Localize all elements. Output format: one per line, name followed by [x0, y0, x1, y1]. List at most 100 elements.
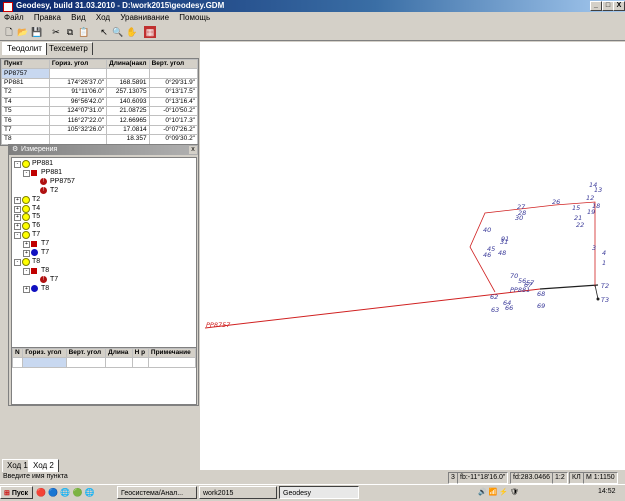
- expand-toggle[interactable]: -: [14, 232, 21, 240]
- point-label[interactable]: PP8757: [206, 321, 231, 329]
- table-row[interactable]: [11, 357, 197, 368]
- tab-tachometer[interactable]: Техсеметр: [44, 42, 93, 55]
- settings-icon[interactable]: ▦: [144, 26, 156, 38]
- col-hr[interactable]: Н р: [131, 347, 149, 359]
- expand-toggle[interactable]: +: [14, 223, 21, 231]
- col-note[interactable]: Примечание: [147, 347, 197, 359]
- col-vert-angle[interactable]: Верт. угол: [148, 58, 199, 70]
- taskbar-item-geosystem[interactable]: Геосистема/Анал...: [117, 486, 197, 499]
- table-row[interactable]: T8 18.357 0°09'30.2": [1, 134, 199, 145]
- point-label[interactable]: 63: [491, 306, 499, 314]
- title-bar: Geodesy, build 31.03.2010 - D:\work2015\…: [0, 0, 625, 12]
- paste-icon[interactable]: 📋: [78, 26, 90, 38]
- point-label[interactable]: 67: [524, 281, 533, 289]
- yellow-circle-icon: [22, 213, 30, 222]
- red-square-icon: [31, 267, 37, 274]
- menu-help[interactable]: Помощь: [175, 13, 214, 22]
- point-label[interactable]: 69: [537, 302, 545, 310]
- start-button[interactable]: ⊞ Пуск: [0, 486, 33, 499]
- table-row[interactable]: T6 116°27'22.0" 12.66965 0°10'17.3": [1, 115, 199, 126]
- col-horiz[interactable]: Гориз. угол: [22, 347, 67, 359]
- point-label[interactable]: 46: [483, 251, 491, 259]
- point-label[interactable]: 22: [576, 221, 584, 229]
- point-label[interactable]: 19: [587, 208, 595, 216]
- expand-toggle[interactable]: +: [23, 250, 30, 257]
- point-label[interactable]: 26: [552, 198, 560, 206]
- close-button[interactable]: X: [613, 1, 625, 11]
- point-label[interactable]: 70: [510, 272, 518, 280]
- point-label[interactable]: 68: [537, 290, 545, 298]
- taskbar-item-geodesy[interactable]: Geodesy: [279, 486, 359, 499]
- table-row[interactable]: T7 105°32'26.0" 17.0814 -0°07'26.2": [1, 124, 199, 136]
- taskbar: ⊞ Пуск 🔴 🔵 🌐 🟢 🌐 Геосистема/Анал... work…: [0, 484, 625, 501]
- cursor-icon[interactable]: ↖: [98, 26, 110, 38]
- traverse-plot[interactable]: PP8757 PP881 T3 T2 1 4 3 12 13 14 18 19 …: [200, 42, 625, 470]
- tree-node-label: T7: [32, 231, 41, 239]
- expand-toggle[interactable]: -: [14, 161, 21, 168]
- table-row[interactable]: T5 124°07'31.0" 21.08725 -0°10'50.2": [1, 105, 199, 117]
- minimize-button[interactable]: _: [590, 1, 602, 11]
- col-n[interactable]: N: [11, 347, 24, 359]
- tree-node-label: T7: [41, 240, 50, 248]
- hand-icon[interactable]: ✋: [126, 26, 138, 38]
- point-label[interactable]: 30: [515, 214, 523, 222]
- point-label[interactable]: 62: [490, 293, 498, 301]
- tray-icons[interactable]: 🔊 📶 ⚡ 🛡: [478, 488, 519, 496]
- point-label[interactable]: 1: [602, 259, 606, 267]
- tree-node-label: T2: [32, 195, 41, 203]
- point-label[interactable]: 40: [483, 226, 491, 234]
- expand-toggle[interactable]: +: [23, 241, 30, 249]
- new-file-icon[interactable]: 🗋: [3, 26, 15, 38]
- menu-traverse[interactable]: Ход: [92, 13, 114, 22]
- save-icon[interactable]: 💾: [31, 26, 43, 38]
- cut-icon[interactable]: ✂: [50, 26, 62, 38]
- col-len[interactable]: Длина: [105, 347, 133, 359]
- expand-toggle[interactable]: +: [23, 285, 30, 293]
- map-canvas[interactable]: PP8757 PP881 T3 T2 1 4 3 12 13 14 18 19 …: [200, 42, 625, 470]
- clock: 14:52: [598, 488, 616, 495]
- table-row[interactable]: T4 96°56'42.0" 140.6093 0°13'16.4": [1, 96, 199, 107]
- table-row[interactable]: PP8757: [1, 68, 199, 79]
- expand-toggle[interactable]: -: [23, 169, 30, 177]
- open-folder-icon[interactable]: 📂: [17, 26, 29, 38]
- measurements-table: N Гориз. угол Верт. угол Длина Н р Приме…: [11, 347, 197, 405]
- expand-toggle[interactable]: +: [14, 214, 21, 222]
- expand-toggle[interactable]: -: [14, 258, 21, 266]
- point-label[interactable]: 91: [501, 235, 509, 243]
- point-label[interactable]: 15: [572, 204, 580, 212]
- expand-toggle[interactable]: +: [14, 205, 21, 213]
- col-vert[interactable]: Верт. угол: [65, 347, 107, 359]
- tab-theodolite[interactable]: Теодолит: [2, 42, 47, 55]
- expand-toggle[interactable]: -: [23, 267, 30, 275]
- menu-view[interactable]: Вид: [67, 13, 89, 22]
- menu-file[interactable]: Файл: [0, 13, 28, 22]
- point-label[interactable]: 3: [592, 244, 596, 252]
- taskbar-item-work2015[interactable]: work2015: [199, 486, 277, 499]
- col-horiz-angle[interactable]: Гориз. угол: [48, 58, 108, 70]
- yellow-circle-icon: [22, 222, 30, 231]
- app-icon: [3, 2, 13, 12]
- point-label[interactable]: T2: [601, 282, 609, 290]
- point-label[interactable]: 66: [505, 304, 513, 312]
- menu-adjustment[interactable]: Уравнивание: [116, 13, 173, 22]
- panel-close-button[interactable]: x: [189, 146, 197, 154]
- zoom-icon[interactable]: 🔍: [112, 26, 124, 38]
- menu-edit[interactable]: Правка: [30, 13, 65, 22]
- panel-icon: ⚙: [12, 146, 19, 153]
- col-length[interactable]: Длина(накл: [106, 58, 150, 70]
- panel-title-bar: ⚙ Измерения x: [9, 145, 198, 155]
- tree-node-label: T2: [50, 186, 59, 194]
- tab-bar: Теодолит Техсеметр: [0, 40, 200, 56]
- point-label[interactable]: 4: [602, 249, 606, 257]
- tree-node-label: T8: [32, 257, 41, 265]
- point-label[interactable]: T3: [601, 296, 609, 304]
- table-row[interactable]: T2 91°11'06.0" 257.13075 0°13'17.5": [1, 87, 199, 98]
- expand-toggle[interactable]: +: [14, 196, 21, 204]
- table-row[interactable]: PP881 174°26'37.0" 168.5891 0°29'31.9": [1, 77, 199, 89]
- copy-icon[interactable]: ⧉: [64, 26, 76, 38]
- point-label[interactable]: 48: [498, 249, 506, 257]
- point-label[interactable]: 14: [589, 181, 597, 189]
- col-point[interactable]: Пункт: [1, 58, 50, 70]
- point-label[interactable]: 12: [586, 194, 594, 202]
- quick-launch-icons[interactable]: 🔴 🔵 🌐 🟢 🌐: [36, 488, 95, 497]
